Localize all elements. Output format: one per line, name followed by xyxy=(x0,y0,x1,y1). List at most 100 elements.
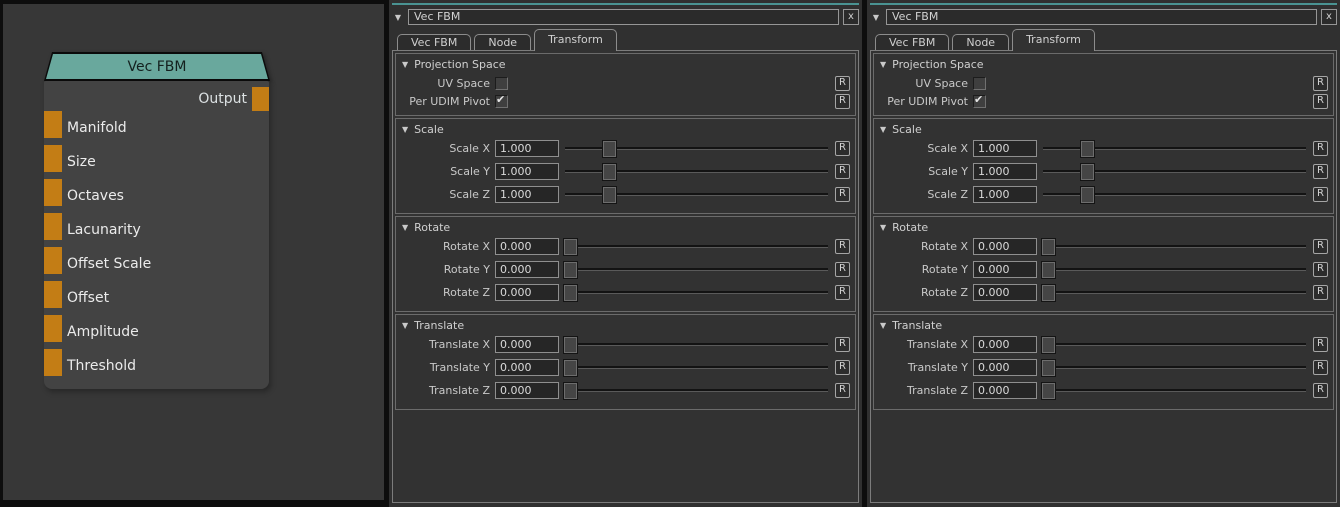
collapse-arrow-icon[interactable]: ▼ xyxy=(392,13,404,22)
scale-y-slider[interactable] xyxy=(1042,163,1307,180)
scale-z-slider[interactable] xyxy=(564,186,829,203)
panel-title[interactable]: Vec FBM xyxy=(408,9,839,25)
section-header[interactable]: ▼ Rotate xyxy=(876,220,1331,234)
translate-y-input[interactable]: 0.000 xyxy=(495,359,559,376)
slider-track[interactable] xyxy=(565,343,828,346)
scale-x-slider[interactable] xyxy=(564,140,829,157)
tab-transform[interactable]: Transform xyxy=(1012,29,1095,51)
section-collapse-icon[interactable]: ▼ xyxy=(880,60,886,69)
input-port-lacunarity[interactable] xyxy=(44,213,62,240)
reset-button[interactable]: R xyxy=(1313,360,1328,375)
translate-y-input[interactable]: 0.000 xyxy=(973,359,1037,376)
slider-thumb[interactable] xyxy=(564,337,577,353)
reset-button[interactable]: R xyxy=(1313,76,1328,91)
slider-thumb[interactable] xyxy=(1042,360,1055,376)
section-collapse-icon[interactable]: ▼ xyxy=(402,321,408,330)
scale-z-slider[interactable] xyxy=(1042,186,1307,203)
slider-track[interactable] xyxy=(1043,245,1306,248)
slider-track[interactable] xyxy=(565,268,828,271)
translate-x-slider[interactable] xyxy=(1042,336,1307,353)
translate-y-slider[interactable] xyxy=(1042,359,1307,376)
reset-button[interactable]: R xyxy=(835,337,850,352)
section-header[interactable]: ▼ Scale xyxy=(876,122,1331,136)
section-collapse-icon[interactable]: ▼ xyxy=(402,125,408,134)
rotate-z-input[interactable]: 0.000 xyxy=(973,284,1037,301)
reset-button[interactable]: R xyxy=(835,383,850,398)
vec-fbm-node[interactable]: Vec FBM Output Manifold Size Octaves Lac… xyxy=(44,52,270,389)
rotate-y-input[interactable]: 0.000 xyxy=(495,261,559,278)
tab-vec-fbm[interactable]: Vec FBM xyxy=(875,34,949,50)
slider-thumb[interactable] xyxy=(564,360,577,376)
scale-z-input[interactable]: 1.000 xyxy=(973,186,1037,203)
slider-track[interactable] xyxy=(565,389,828,392)
rotate-z-slider[interactable] xyxy=(1042,284,1307,301)
slider-track[interactable] xyxy=(1043,343,1306,346)
reset-button[interactable]: R xyxy=(1313,94,1328,109)
input-port-offset[interactable] xyxy=(44,281,62,308)
slider-track[interactable] xyxy=(1043,389,1306,392)
input-port-octaves[interactable] xyxy=(44,179,62,206)
translate-x-input[interactable]: 0.000 xyxy=(973,336,1037,353)
rotate-x-slider[interactable] xyxy=(1042,238,1307,255)
slider-thumb[interactable] xyxy=(1042,262,1055,278)
reset-button[interactable]: R xyxy=(1313,285,1328,300)
slider-thumb[interactable] xyxy=(1081,187,1094,203)
slider-track[interactable] xyxy=(565,245,828,248)
section-collapse-icon[interactable]: ▼ xyxy=(880,223,886,232)
tab-vec-fbm[interactable]: Vec FBM xyxy=(397,34,471,50)
close-button[interactable]: x xyxy=(1321,9,1337,25)
scale-y-input[interactable]: 1.000 xyxy=(973,163,1037,180)
rotate-y-input[interactable]: 0.000 xyxy=(973,261,1037,278)
slider-thumb[interactable] xyxy=(1081,164,1094,180)
translate-z-slider[interactable] xyxy=(564,382,829,399)
slider-thumb[interactable] xyxy=(564,262,577,278)
collapse-arrow-icon[interactable]: ▼ xyxy=(870,13,882,22)
output-port[interactable] xyxy=(252,87,269,111)
reset-button[interactable]: R xyxy=(835,76,850,91)
per-udim-pivot-checkbox[interactable]: ✔ xyxy=(973,95,986,108)
node-graph-canvas[interactable]: Vec FBM Output Manifold Size Octaves Lac… xyxy=(0,0,386,507)
reset-button[interactable]: R xyxy=(835,285,850,300)
slider-track[interactable] xyxy=(565,291,828,294)
rotate-z-input[interactable]: 0.000 xyxy=(495,284,559,301)
translate-z-input[interactable]: 0.000 xyxy=(973,382,1037,399)
slider-thumb[interactable] xyxy=(564,239,577,255)
scale-z-input[interactable]: 1.000 xyxy=(495,186,559,203)
input-port-offset-scale[interactable] xyxy=(44,247,62,274)
rotate-x-input[interactable]: 0.000 xyxy=(495,238,559,255)
rotate-x-slider[interactable] xyxy=(564,238,829,255)
section-collapse-icon[interactable]: ▼ xyxy=(402,60,408,69)
reset-button[interactable]: R xyxy=(1313,164,1328,179)
reset-button[interactable]: R xyxy=(835,187,850,202)
section-collapse-icon[interactable]: ▼ xyxy=(402,223,408,232)
reset-button[interactable]: R xyxy=(835,141,850,156)
scale-x-input[interactable]: 1.000 xyxy=(495,140,559,157)
panel-title[interactable]: Vec FBM xyxy=(886,9,1317,25)
reset-button[interactable]: R xyxy=(835,262,850,277)
translate-z-input[interactable]: 0.000 xyxy=(495,382,559,399)
slider-thumb[interactable] xyxy=(564,383,577,399)
rotate-y-slider[interactable] xyxy=(564,261,829,278)
reset-button[interactable]: R xyxy=(1313,239,1328,254)
reset-button[interactable]: R xyxy=(1313,337,1328,352)
reset-button[interactable]: R xyxy=(835,360,850,375)
input-port-amplitude[interactable] xyxy=(44,315,62,342)
rotate-z-slider[interactable] xyxy=(564,284,829,301)
input-port-manifold[interactable] xyxy=(44,111,62,138)
slider-thumb[interactable] xyxy=(1042,239,1055,255)
reset-button[interactable]: R xyxy=(1313,187,1328,202)
slider-thumb[interactable] xyxy=(603,141,616,157)
reset-button[interactable]: R xyxy=(1313,141,1328,156)
uv-space-checkbox[interactable]: ✔ xyxy=(973,77,986,90)
slider-thumb[interactable] xyxy=(603,187,616,203)
close-button[interactable]: x xyxy=(843,9,859,25)
translate-z-slider[interactable] xyxy=(1042,382,1307,399)
scale-y-input[interactable]: 1.000 xyxy=(495,163,559,180)
slider-thumb[interactable] xyxy=(1042,337,1055,353)
slider-track[interactable] xyxy=(1043,291,1306,294)
reset-button[interactable]: R xyxy=(835,239,850,254)
translate-x-input[interactable]: 0.000 xyxy=(495,336,559,353)
reset-button[interactable]: R xyxy=(835,164,850,179)
section-header[interactable]: ▼ Scale xyxy=(398,122,853,136)
node-body[interactable]: Output Manifold Size Octaves Lacunarity xyxy=(44,81,269,389)
